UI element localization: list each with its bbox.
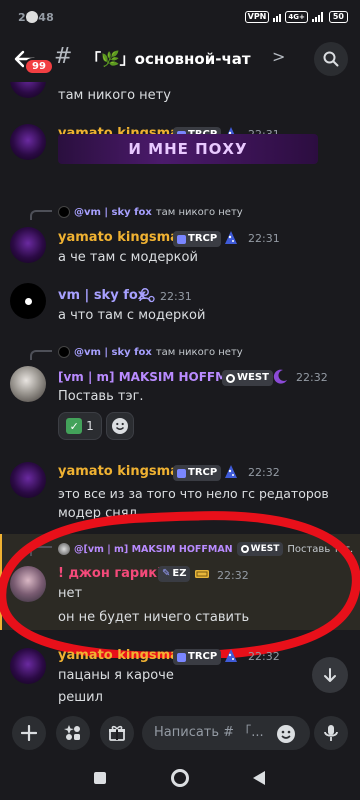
search-button[interactable] bbox=[314, 42, 348, 76]
message-text: модер снял bbox=[58, 506, 137, 521]
reaction-check[interactable]: ✓ 1 bbox=[58, 412, 102, 440]
add-reaction-button[interactable] bbox=[106, 412, 134, 440]
message-text: а что там с модеркой bbox=[58, 308, 206, 323]
reaction-count: 1 bbox=[86, 419, 94, 433]
guild-tag[interactable]: WEST bbox=[222, 370, 273, 386]
avatar[interactable] bbox=[10, 648, 46, 684]
image-attachment[interactable]: И МНЕ ПОХУ bbox=[58, 134, 318, 164]
reply-author: @[vm | m] MAKSIM HOFFMAN bbox=[74, 543, 233, 555]
reply-preview[interactable]: @vm | sky fox там никого нету bbox=[58, 206, 243, 218]
recents-button[interactable] bbox=[94, 772, 106, 784]
reply-connector bbox=[30, 350, 52, 360]
status-bar: 22:48 VPN 4G+ 50 bbox=[0, 0, 360, 34]
arrow-down-icon bbox=[324, 668, 336, 682]
wizard-hat-icon bbox=[225, 649, 237, 662]
battery-icon: 50 bbox=[328, 11, 348, 23]
gift-button[interactable] bbox=[100, 716, 134, 750]
message-text: Поставь тэг. bbox=[58, 389, 144, 404]
checkmark-icon: ✓ bbox=[66, 418, 83, 434]
guild-tag[interactable]: TRCP bbox=[173, 649, 222, 665]
message-text: решил bbox=[58, 690, 103, 705]
home-button[interactable] bbox=[171, 769, 189, 787]
guild-tag[interactable]: TRCP bbox=[173, 231, 222, 247]
ticket-icon bbox=[195, 570, 209, 578]
signal-icon bbox=[311, 12, 323, 22]
timestamp: 22:31 bbox=[248, 232, 280, 245]
jump-to-bottom-button[interactable] bbox=[312, 657, 348, 693]
message-text: это все из за того что нело гс редаторов bbox=[58, 486, 329, 501]
voice-message-button[interactable] bbox=[314, 716, 348, 750]
message-text: он не будет ничего ставить bbox=[58, 610, 250, 625]
avatar[interactable] bbox=[10, 227, 46, 263]
plus-icon bbox=[21, 725, 37, 741]
avatar[interactable] bbox=[10, 462, 46, 498]
timestamp: 22:32 bbox=[248, 466, 280, 479]
moon-icon bbox=[273, 369, 287, 384]
user-settings-icon bbox=[139, 288, 155, 303]
avatar[interactable] bbox=[10, 124, 46, 160]
reply-author: @vm | sky fox bbox=[74, 346, 152, 358]
reply-text: там никого нету bbox=[155, 346, 243, 358]
apps-button[interactable] bbox=[56, 716, 90, 750]
reply-author: @vm | sky fox bbox=[74, 206, 152, 218]
timestamp: 22:32 bbox=[248, 650, 280, 663]
timestamp: 22:31 bbox=[160, 290, 192, 303]
message-composer: Написать # 「... bbox=[0, 710, 360, 756]
message-text: там никого нету bbox=[58, 88, 171, 103]
avatar[interactable] bbox=[10, 366, 46, 402]
wizard-hat-icon bbox=[225, 465, 237, 478]
reply-connector bbox=[30, 546, 52, 556]
channel-header: 99 # 「🌿」основной-чат > bbox=[0, 34, 360, 82]
notification-icon bbox=[26, 11, 38, 23]
avatar[interactable] bbox=[10, 82, 46, 98]
apps-icon bbox=[64, 725, 80, 740]
message-list[interactable]: там никого нету yamato kingsman TRCP 22:… bbox=[0, 82, 360, 710]
reply-guild-tag: WEST bbox=[236, 542, 284, 556]
channel-title[interactable]: 「🌿」основной-чат bbox=[86, 48, 251, 69]
author-name[interactable]: yamato kingsman bbox=[58, 464, 188, 479]
reply-avatar bbox=[58, 346, 70, 358]
wifi-icon bbox=[273, 12, 282, 22]
reply-text: Поставь тэг. bbox=[287, 543, 354, 555]
gift-icon bbox=[109, 725, 125, 741]
reply-avatar bbox=[58, 543, 70, 555]
chevron-right-icon[interactable]: > bbox=[272, 47, 285, 66]
timestamp: 22:32 bbox=[296, 371, 328, 384]
timestamp: 22:32 bbox=[217, 569, 249, 582]
reply-preview[interactable]: @vm | sky fox там никого нету bbox=[58, 346, 243, 358]
message-text: а че там с модеркой bbox=[58, 250, 198, 265]
reply-preview[interactable]: @[vm | m] MAKSIM HOFFMAN WEST Поставь тэ… bbox=[58, 542, 353, 556]
microphone-icon bbox=[324, 725, 338, 741]
author-name[interactable]: [vm | m] MAKSIM HOFFMAN bbox=[58, 370, 246, 384]
wizard-hat-icon bbox=[225, 231, 237, 244]
system-navigation-bar bbox=[0, 756, 360, 800]
reply-avatar bbox=[58, 206, 70, 218]
message-text: нет bbox=[58, 586, 83, 601]
author-name[interactable]: ! джон гарик)) bbox=[58, 566, 169, 581]
avatar[interactable] bbox=[10, 566, 46, 602]
author-name[interactable]: yamato kingsman bbox=[58, 648, 188, 663]
message-text: пацаны я кароче bbox=[58, 668, 174, 683]
vpn-icon: VPN bbox=[244, 11, 270, 23]
smiley-icon bbox=[112, 418, 128, 434]
unread-badge: 99 bbox=[24, 58, 54, 75]
reply-connector bbox=[30, 210, 52, 220]
back-triangle-icon[interactable] bbox=[252, 770, 266, 786]
channel-hash-icon: # bbox=[54, 44, 73, 69]
guild-tag[interactable]: TRCP bbox=[173, 465, 222, 481]
emoji-picker-icon[interactable] bbox=[276, 724, 296, 744]
add-attachment-button[interactable] bbox=[12, 716, 46, 750]
reply-text: там никого нету bbox=[155, 206, 243, 218]
author-name[interactable]: yamato kingsman bbox=[58, 230, 188, 245]
guild-tag[interactable]: ✎ EZ bbox=[158, 566, 191, 582]
search-icon bbox=[323, 51, 339, 67]
avatar[interactable] bbox=[10, 283, 46, 319]
network-type-icon: 4G+ bbox=[285, 11, 308, 23]
author-name[interactable]: vm | sky fox bbox=[58, 288, 146, 303]
